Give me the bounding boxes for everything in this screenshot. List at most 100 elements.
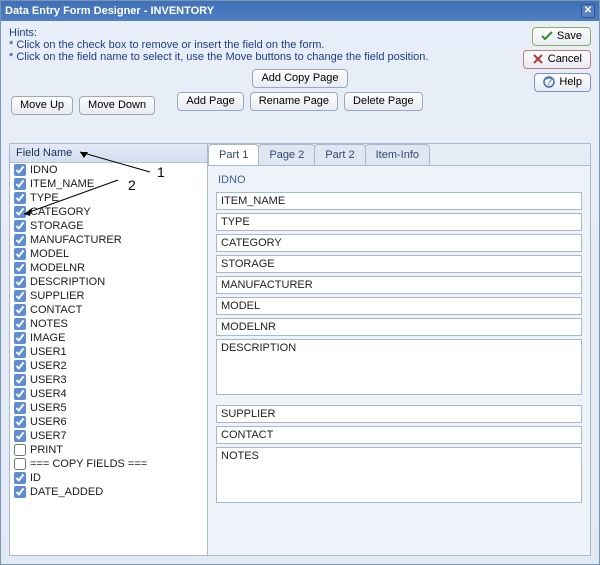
field-label[interactable]: USER1 xyxy=(30,346,67,358)
field-label[interactable]: ITEM_NAME xyxy=(30,178,94,190)
field-row[interactable]: SUPPLIER xyxy=(10,289,207,303)
field-checkbox[interactable] xyxy=(14,220,26,232)
rename-page-button[interactable]: Rename Page xyxy=(250,92,338,111)
field-label[interactable]: TYPE xyxy=(30,192,59,204)
field-row[interactable]: === COPY FIELDS === xyxy=(10,457,207,471)
field-row[interactable]: STORAGE xyxy=(10,219,207,233)
field-checkbox[interactable] xyxy=(14,458,26,470)
field-row[interactable]: CONTACT xyxy=(10,303,207,317)
form-field-input[interactable] xyxy=(216,426,582,444)
field-label[interactable]: USER7 xyxy=(30,430,67,442)
delete-page-button[interactable]: Delete Page xyxy=(344,92,423,111)
form-area[interactable]: IDNO xyxy=(208,166,590,555)
field-label[interactable]: SUPPLIER xyxy=(30,290,84,302)
save-button[interactable]: Save xyxy=(532,27,591,46)
form-field-input[interactable] xyxy=(216,192,582,210)
form-field-input[interactable] xyxy=(216,255,582,273)
field-label[interactable]: USER6 xyxy=(30,416,67,428)
field-row[interactable]: TYPE xyxy=(10,191,207,205)
field-checkbox[interactable] xyxy=(14,318,26,330)
field-label[interactable]: MODELNR xyxy=(30,262,85,274)
field-checkbox[interactable] xyxy=(14,262,26,274)
field-label[interactable]: === COPY FIELDS === xyxy=(30,458,147,470)
field-checkbox[interactable] xyxy=(14,304,26,316)
field-row[interactable]: DESCRIPTION xyxy=(10,275,207,289)
field-checkbox[interactable] xyxy=(14,206,26,218)
form-field-input[interactable] xyxy=(216,297,582,315)
field-label[interactable]: CONTACT xyxy=(30,304,82,316)
field-label[interactable]: MODEL xyxy=(30,248,69,260)
field-checkbox[interactable] xyxy=(14,346,26,358)
move-down-button[interactable]: Move Down xyxy=(79,96,155,115)
field-checkbox[interactable] xyxy=(14,416,26,428)
field-row[interactable]: CATEGORY xyxy=(10,205,207,219)
add-page-button[interactable]: Add Page xyxy=(177,92,243,111)
field-checkbox[interactable] xyxy=(14,248,26,260)
field-row[interactable]: USER3 xyxy=(10,373,207,387)
field-checkbox[interactable] xyxy=(14,164,26,176)
close-icon[interactable]: ✕ xyxy=(581,4,595,18)
help-button[interactable]: ? Help xyxy=(534,73,591,92)
field-label[interactable]: USER5 xyxy=(30,402,67,414)
field-checkbox[interactable] xyxy=(14,486,26,498)
field-label[interactable]: CATEGORY xyxy=(30,206,91,218)
field-checkbox[interactable] xyxy=(14,472,26,484)
field-list[interactable]: IDNO ITEM_NAME TYPE CATEGORY STORAGE MANUFACT… xyxy=(10,163,207,555)
add-copy-page-button[interactable]: Add Copy Page xyxy=(252,69,347,88)
field-row[interactable]: PRINT xyxy=(10,443,207,457)
field-label[interactable]: IMAGE xyxy=(30,332,65,344)
field-label[interactable]: USER4 xyxy=(30,388,67,400)
field-label[interactable]: USER2 xyxy=(30,360,67,372)
hints-line-1: * Click on the check box to remove or in… xyxy=(9,39,591,51)
field-row[interactable]: MANUFACTURER xyxy=(10,233,207,247)
field-label[interactable]: NOTES xyxy=(30,318,68,330)
field-row[interactable]: MODEL xyxy=(10,247,207,261)
field-checkbox[interactable] xyxy=(14,374,26,386)
form-field-input[interactable] xyxy=(216,276,582,294)
field-row[interactable]: USER4 xyxy=(10,387,207,401)
field-row[interactable]: DATE_ADDED xyxy=(10,485,207,499)
field-label[interactable]: MANUFACTURER xyxy=(30,234,122,246)
field-label[interactable]: STORAGE xyxy=(30,220,84,232)
field-checkbox[interactable] xyxy=(14,402,26,414)
field-checkbox[interactable] xyxy=(14,234,26,246)
field-row[interactable]: NOTES xyxy=(10,317,207,331)
form-field-input[interactable] xyxy=(216,405,582,423)
field-row[interactable]: IDNO xyxy=(10,163,207,177)
field-row[interactable]: USER5 xyxy=(10,401,207,415)
field-checkbox[interactable] xyxy=(14,276,26,288)
notes-textarea[interactable] xyxy=(216,447,582,503)
field-label[interactable]: ID xyxy=(30,472,41,484)
field-checkbox[interactable] xyxy=(14,360,26,372)
field-checkbox[interactable] xyxy=(14,178,26,190)
field-row[interactable]: MODELNR xyxy=(10,261,207,275)
field-label[interactable]: PRINT xyxy=(30,444,63,456)
field-row[interactable]: USER1 xyxy=(10,345,207,359)
field-row[interactable]: USER7 xyxy=(10,429,207,443)
field-checkbox[interactable] xyxy=(14,388,26,400)
field-checkbox[interactable] xyxy=(14,430,26,442)
field-checkbox[interactable] xyxy=(14,192,26,204)
field-row[interactable]: ITEM_NAME xyxy=(10,177,207,191)
form-field-input[interactable] xyxy=(216,234,582,252)
field-label[interactable]: IDNO xyxy=(30,164,58,176)
form-field-input[interactable] xyxy=(216,213,582,231)
tab[interactable]: Part 1 xyxy=(208,144,259,165)
tab[interactable]: Part 2 xyxy=(314,144,365,165)
tab[interactable]: Page 2 xyxy=(258,144,315,165)
move-up-button[interactable]: Move Up xyxy=(11,96,73,115)
tab[interactable]: Item-Info xyxy=(365,144,430,165)
field-row[interactable]: USER2 xyxy=(10,359,207,373)
field-label[interactable]: DESCRIPTION xyxy=(30,276,105,288)
field-row[interactable]: ID xyxy=(10,471,207,485)
cancel-button[interactable]: Cancel xyxy=(523,50,591,69)
field-checkbox[interactable] xyxy=(14,332,26,344)
description-textarea[interactable] xyxy=(216,339,582,395)
field-checkbox[interactable] xyxy=(14,290,26,302)
form-field-input[interactable] xyxy=(216,318,582,336)
field-row[interactable]: IMAGE xyxy=(10,331,207,345)
field-label[interactable]: DATE_ADDED xyxy=(30,486,103,498)
field-row[interactable]: USER6 xyxy=(10,415,207,429)
field-label[interactable]: USER3 xyxy=(30,374,67,386)
field-checkbox[interactable] xyxy=(14,444,26,456)
